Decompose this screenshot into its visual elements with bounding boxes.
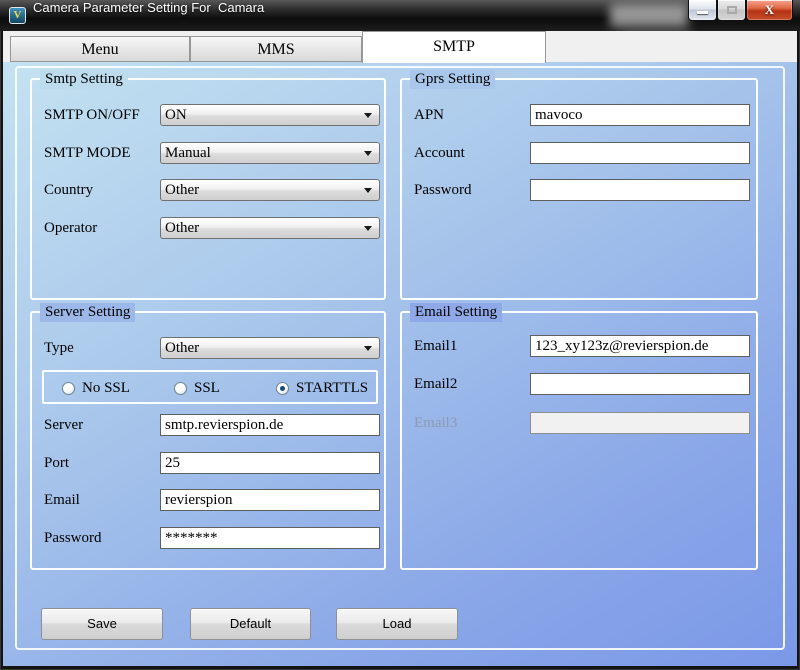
tab-mms[interactable]: MMS <box>190 36 362 62</box>
group-title: Gprs Setting <box>410 70 495 89</box>
email1-input[interactable]: 123_xy123z@revierspion.de <box>530 335 750 357</box>
chevron-down-icon <box>364 188 372 193</box>
radio-label: No SSL <box>82 380 130 396</box>
app-window: V Camera Parameter Setting For Camara X … <box>0 0 800 670</box>
radio-label: STARTTLS <box>296 380 368 396</box>
group-email-setting: Email Setting Email1 123_xy123z@reviersp… <box>400 311 758 570</box>
radio-icon <box>174 382 187 395</box>
ssl-radio-group: No SSL SSL STARTTLS <box>42 370 378 404</box>
smtp-mode-label: SMTP MODE <box>44 144 156 163</box>
country-dropdown[interactable]: Other <box>160 179 380 201</box>
smtp-tab-page: Smtp Setting SMTP ON/OFF ON SMTP MODE Ma… <box>3 62 797 666</box>
operator-label: Operator <box>44 219 156 238</box>
radio-starttls[interactable]: STARTTLS <box>276 379 368 395</box>
tab-strip: Menu MMS SMTP <box>3 31 797 62</box>
port-input[interactable]: 25 <box>160 452 380 474</box>
operator-dropdown[interactable]: Other <box>160 217 380 239</box>
radio-ssl[interactable]: SSL <box>174 379 220 395</box>
tab-smtp[interactable]: SMTP <box>362 31 546 63</box>
account-label: Account <box>414 144 526 163</box>
titlebar: V Camera Parameter Setting For Camara X <box>0 0 800 31</box>
radio-no-ssl[interactable]: No SSL <box>62 379 130 395</box>
maximize-button[interactable] <box>717 0 746 21</box>
server-input[interactable]: smtp.revierspion.de <box>160 414 380 436</box>
chevron-down-icon <box>364 113 372 118</box>
email-input[interactable]: revierspion <box>160 489 380 511</box>
gprs-password-input[interactable] <box>530 179 750 201</box>
radio-selected-icon <box>276 382 289 395</box>
group-smtp-setting: Smtp Setting SMTP ON/OFF ON SMTP MODE Ma… <box>30 78 386 300</box>
dropdown-value: ON <box>165 107 187 123</box>
gprs-password-label: Password <box>414 181 526 200</box>
tab-menu[interactable]: Menu <box>10 36 190 62</box>
type-label: Type <box>44 339 156 358</box>
dropdown-value: Manual <box>165 145 211 161</box>
server-type-dropdown[interactable]: Other <box>160 337 380 359</box>
smtp-onoff-label: SMTP ON/OFF <box>44 106 156 125</box>
account-input[interactable] <box>530 142 750 164</box>
smtp-mode-dropdown[interactable]: Manual <box>160 142 380 164</box>
dropdown-value: Other <box>165 220 199 236</box>
redacted-blur <box>610 4 688 27</box>
apn-label: APN <box>414 106 526 125</box>
group-gprs-setting: Gprs Setting APN mavoco Account Password <box>400 78 758 300</box>
server-password-input[interactable]: ******* <box>160 527 380 549</box>
server-label: Server <box>44 416 156 435</box>
radio-icon <box>62 382 75 395</box>
group-server-setting: Server Setting Type Other No SSL SSL STA… <box>30 311 386 570</box>
apn-input[interactable]: mavoco <box>530 104 750 126</box>
load-button[interactable]: Load <box>336 608 458 640</box>
email3-label: Email3 <box>414 414 526 433</box>
email-label: Email <box>44 491 156 510</box>
dropdown-value: Other <box>165 340 199 356</box>
close-icon: X <box>765 2 774 17</box>
email2-label: Email2 <box>414 375 526 394</box>
group-title: Server Setting <box>40 303 135 322</box>
server-password-label: Password <box>44 529 156 548</box>
radio-label: SSL <box>194 380 220 396</box>
minimize-button[interactable] <box>688 0 717 21</box>
minimize-icon <box>697 11 708 14</box>
default-button[interactable]: Default <box>190 608 311 640</box>
group-title: Email Setting <box>410 303 502 322</box>
smtp-onoff-dropdown[interactable]: ON <box>160 104 380 126</box>
chevron-down-icon <box>364 226 372 231</box>
dropdown-value: Other <box>165 182 199 198</box>
save-button[interactable]: Save <box>41 608 163 640</box>
maximize-icon <box>727 6 737 14</box>
group-title: Smtp Setting <box>40 70 128 89</box>
close-button[interactable]: X <box>746 0 793 21</box>
window-title: Camera Parameter Setting For Camara <box>33 0 264 31</box>
port-label: Port <box>44 454 156 473</box>
app-icon: V <box>9 7 26 24</box>
email3-input <box>530 412 750 434</box>
email2-input[interactable] <box>530 373 750 395</box>
chevron-down-icon <box>364 151 372 156</box>
chevron-down-icon <box>364 346 372 351</box>
email1-label: Email1 <box>414 337 526 356</box>
country-label: Country <box>44 181 156 200</box>
